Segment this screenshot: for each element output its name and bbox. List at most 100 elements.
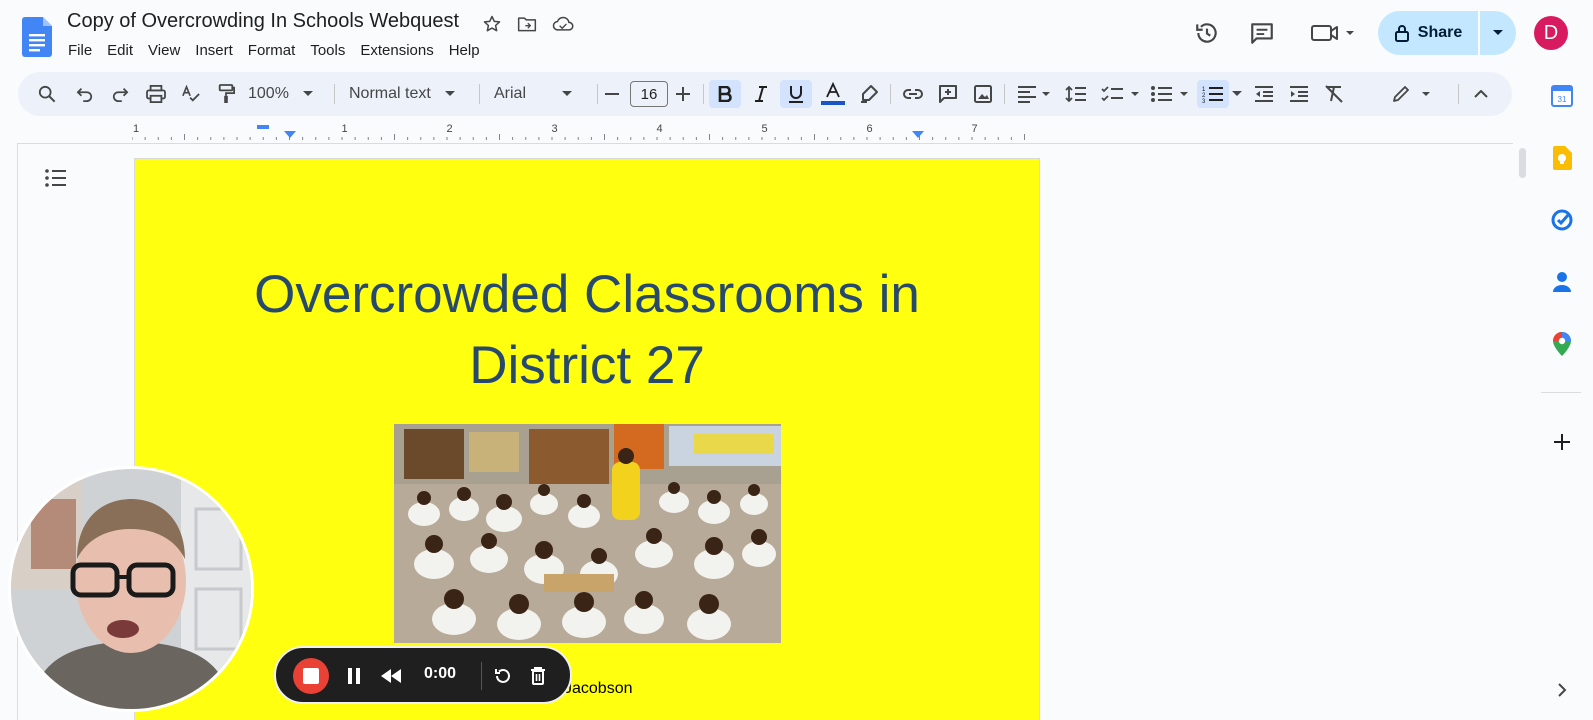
move-folder-icon[interactable] [516,13,538,35]
insert-image-icon[interactable] [969,80,997,108]
version-history-icon[interactable] [1190,16,1224,50]
insert-link-icon[interactable] [899,80,927,108]
menu-edit[interactable]: Edit [101,40,142,61]
zoom-select[interactable]: 100% [248,80,328,108]
lock-icon [1394,25,1409,42]
cloud-saved-icon[interactable] [552,13,574,35]
ruler-label: 1 [133,123,139,135]
chevron-down-icon [562,91,573,96]
paint-format-icon[interactable] [212,80,240,108]
recording-controls: 0:00 [274,646,572,704]
menu-insert[interactable]: Insert [189,40,242,61]
menu-file[interactable]: File [62,40,101,61]
chevron-down-icon [302,91,313,96]
print-icon[interactable] [142,80,170,108]
page-heading-line-1: Overcrowded Classrooms in [254,265,920,324]
document-page[interactable]: Overcrowded Classrooms in District 27 Ja… [135,159,1039,720]
avatar[interactable]: D [1534,16,1568,50]
search-menus-icon[interactable] [33,80,61,108]
bulleted-list-icon[interactable] [1149,80,1193,108]
trash-icon [531,667,545,685]
chevron-down-icon [1493,30,1503,35]
document-title[interactable]: Copy of Overcrowding In Schools Webquest [67,10,459,33]
get-add-ons-icon[interactable] [1548,428,1576,456]
pause-icon [348,668,360,684]
comments-icon[interactable] [1245,16,1279,50]
tasks-icon[interactable] [1548,206,1576,234]
restart-icon [495,668,510,683]
author-byline: Jacobson [564,680,633,697]
delete-recording-button[interactable] [524,662,552,690]
menu-help[interactable]: Help [443,40,489,61]
redo-icon[interactable] [106,80,134,108]
scrollbar-thumb[interactable] [1519,148,1526,178]
share-button[interactable]: Share [1378,11,1478,55]
page-heading-line-2: District 27 [469,336,705,395]
docs-logo-icon[interactable] [22,17,52,57]
menu-bar: File Edit View Insert Format Tools Exten… [62,40,489,61]
meet-icon[interactable] [1308,16,1358,50]
classroom-photo [394,424,781,643]
left-indent-marker[interactable] [284,131,296,138]
ruler-label: 2 [446,123,452,135]
spellcheck-icon[interactable] [177,80,205,108]
zoom-value: 100% [248,85,289,102]
webcam-bubble[interactable] [8,466,254,712]
star-icon[interactable] [481,13,503,35]
chevron-down-icon [444,91,455,96]
maps-icon[interactable] [1548,330,1576,358]
menu-view[interactable]: View [142,40,189,61]
hide-side-panel-icon[interactable] [1548,676,1576,704]
keep-icon[interactable] [1548,144,1576,172]
contacts-icon[interactable] [1548,268,1576,296]
ruler-label: 4 [656,123,662,135]
ruler-label: 1 [341,123,347,135]
text-color-icon[interactable] [817,80,849,108]
ruler-label: 3 [551,123,557,135]
numbered-list-dropdown-icon[interactable] [1229,80,1245,108]
document-outline-icon[interactable] [44,168,72,192]
pause-button[interactable] [340,662,368,690]
numbered-list-icon[interactable]: 123 [1197,80,1229,108]
stop-recording-button[interactable] [293,658,329,694]
horizontal-ruler[interactable]: 1 1 2 3 4 5 6 7 [132,122,1038,144]
share-dropdown-button[interactable] [1480,11,1516,55]
font-value: Arial [494,85,527,102]
svg-text:31: 31 [1558,95,1567,104]
collapse-menus-icon[interactable] [1467,80,1495,108]
calendar-icon[interactable]: 31 [1548,82,1576,110]
undo-icon[interactable] [71,80,99,108]
style-select[interactable]: Normal text [349,80,469,108]
rewind-button[interactable] [377,662,405,690]
italic-icon[interactable] [745,80,777,108]
clear-formatting-icon[interactable] [1320,80,1348,108]
highlight-color-icon[interactable] [855,80,883,108]
ruler-label: 7 [971,123,977,135]
decrease-font-size-icon[interactable] [598,80,626,108]
add-comment-icon[interactable] [934,80,962,108]
ruler-label: 5 [761,123,767,135]
style-value: Normal text [349,85,431,102]
stop-icon [303,668,319,684]
line-spacing-icon[interactable] [1062,80,1090,108]
editing-mode-icon[interactable] [1391,80,1435,108]
increase-font-size-icon[interactable] [669,80,697,108]
menu-tools[interactable]: Tools [304,40,354,61]
bold-icon[interactable] [709,80,741,108]
decrease-indent-icon[interactable] [1250,80,1278,108]
increase-indent-icon[interactable] [1285,80,1313,108]
svg-text:3: 3 [1202,99,1206,103]
menu-extensions[interactable]: Extensions [354,40,442,61]
align-icon[interactable] [1015,80,1055,108]
font-select[interactable]: Arial [494,80,586,108]
share-label: Share [1417,24,1463,41]
underline-icon[interactable] [780,80,812,108]
font-size-input[interactable]: 16 [630,81,668,107]
restart-button[interactable] [489,662,517,690]
menu-format[interactable]: Format [242,40,305,61]
rewind-icon [381,669,401,683]
checklist-icon[interactable] [1100,80,1144,108]
first-line-indent-marker[interactable] [257,125,269,129]
right-indent-marker[interactable] [912,131,924,138]
recording-timer: 0:00 [424,665,457,682]
